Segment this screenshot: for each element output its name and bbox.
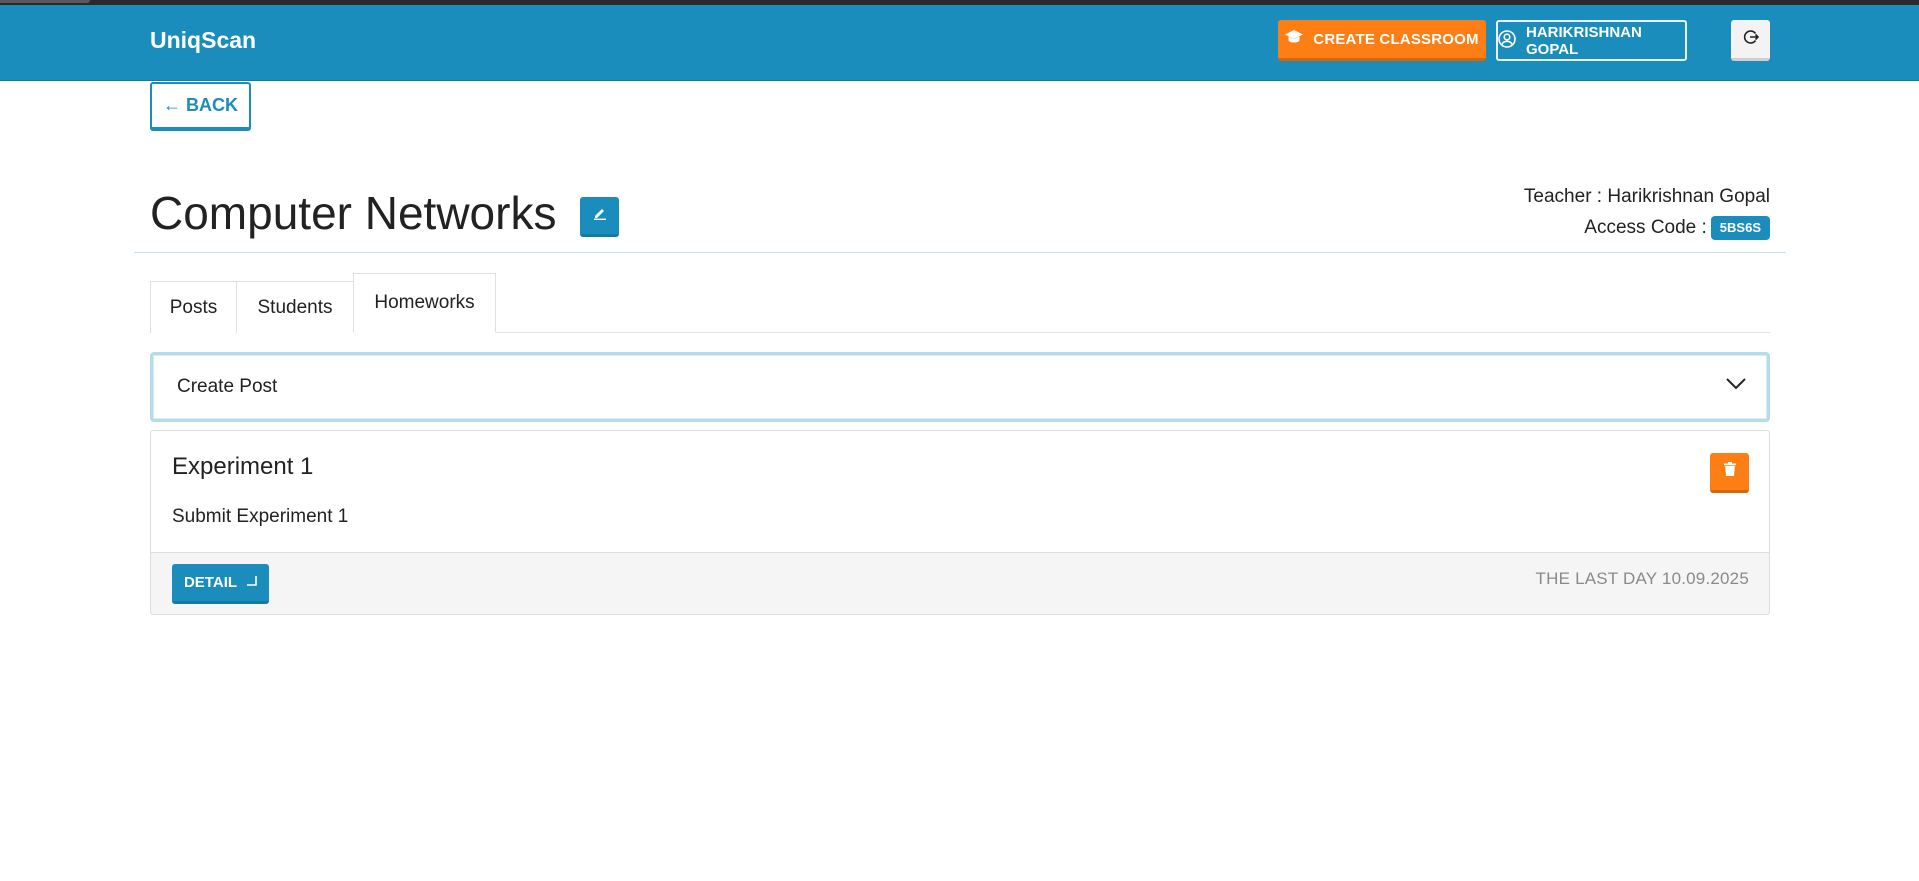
create-classroom-label: CREATE CLASSROOM — [1313, 30, 1479, 48]
due-date-text: THE LAST DAY 10.09.2025 — [1535, 569, 1749, 588]
user-circle-icon — [1498, 29, 1516, 52]
logout-icon — [1743, 29, 1759, 50]
tab-students[interactable]: Students — [236, 281, 354, 333]
create-post-accordion[interactable]: Create Post — [150, 352, 1770, 422]
access-code-row: Access Code : 5BS6S — [1584, 216, 1770, 240]
delete-homework-button[interactable] — [1710, 453, 1749, 493]
teacher-info: Teacher : Harikrishnan Gopal — [1523, 186, 1770, 207]
tab-posts[interactable]: Posts — [150, 281, 237, 333]
graduation-cap-icon — [1285, 30, 1304, 48]
enter-icon — [245, 574, 257, 591]
homework-card-footer: DETAIL THE LAST DAY 10.09.2025 — [151, 552, 1769, 614]
trash-icon — [1723, 462, 1736, 481]
navbar: UniqScan CREATE CLASSROOM HARIKRISHNAN G… — [0, 5, 1919, 81]
pencil-icon — [593, 206, 607, 225]
homework-description: Submit Experiment 1 — [172, 506, 349, 527]
back-button[interactable]: ← BACK — [150, 82, 251, 131]
create-post-label: Create Post — [177, 376, 278, 397]
brand-logo-text[interactable]: UniqScan — [150, 27, 256, 54]
detail-label: DETAIL — [183, 574, 238, 591]
tab-homeworks[interactable]: Homeworks — [353, 273, 496, 333]
logout-button[interactable] — [1731, 20, 1770, 61]
homework-card: Experiment 1 Submit Experiment 1 DETAIL … — [150, 430, 1770, 615]
user-name-label: HARIKRISHNAN GOPAL — [1526, 23, 1642, 58]
browser-tab-indicator — [0, 0, 90, 3]
create-classroom-button[interactable]: CREATE CLASSROOM — [1278, 20, 1486, 61]
edit-classroom-button[interactable] — [580, 197, 619, 237]
access-code-label: Access Code : — [1584, 217, 1707, 238]
user-profile-button[interactable]: HARIKRISHNAN GOPAL — [1496, 20, 1687, 61]
access-code-badge: 5BS6S — [1710, 216, 1770, 240]
chevron-down-icon — [1725, 377, 1747, 396]
page-title: Computer Networks — [150, 187, 557, 239]
detail-button[interactable]: DETAIL — [172, 564, 269, 604]
header-divider — [134, 252, 1786, 253]
classroom-tabs: Posts Students Homeworks — [150, 273, 1770, 333]
homework-title: Experiment 1 — [172, 453, 314, 480]
